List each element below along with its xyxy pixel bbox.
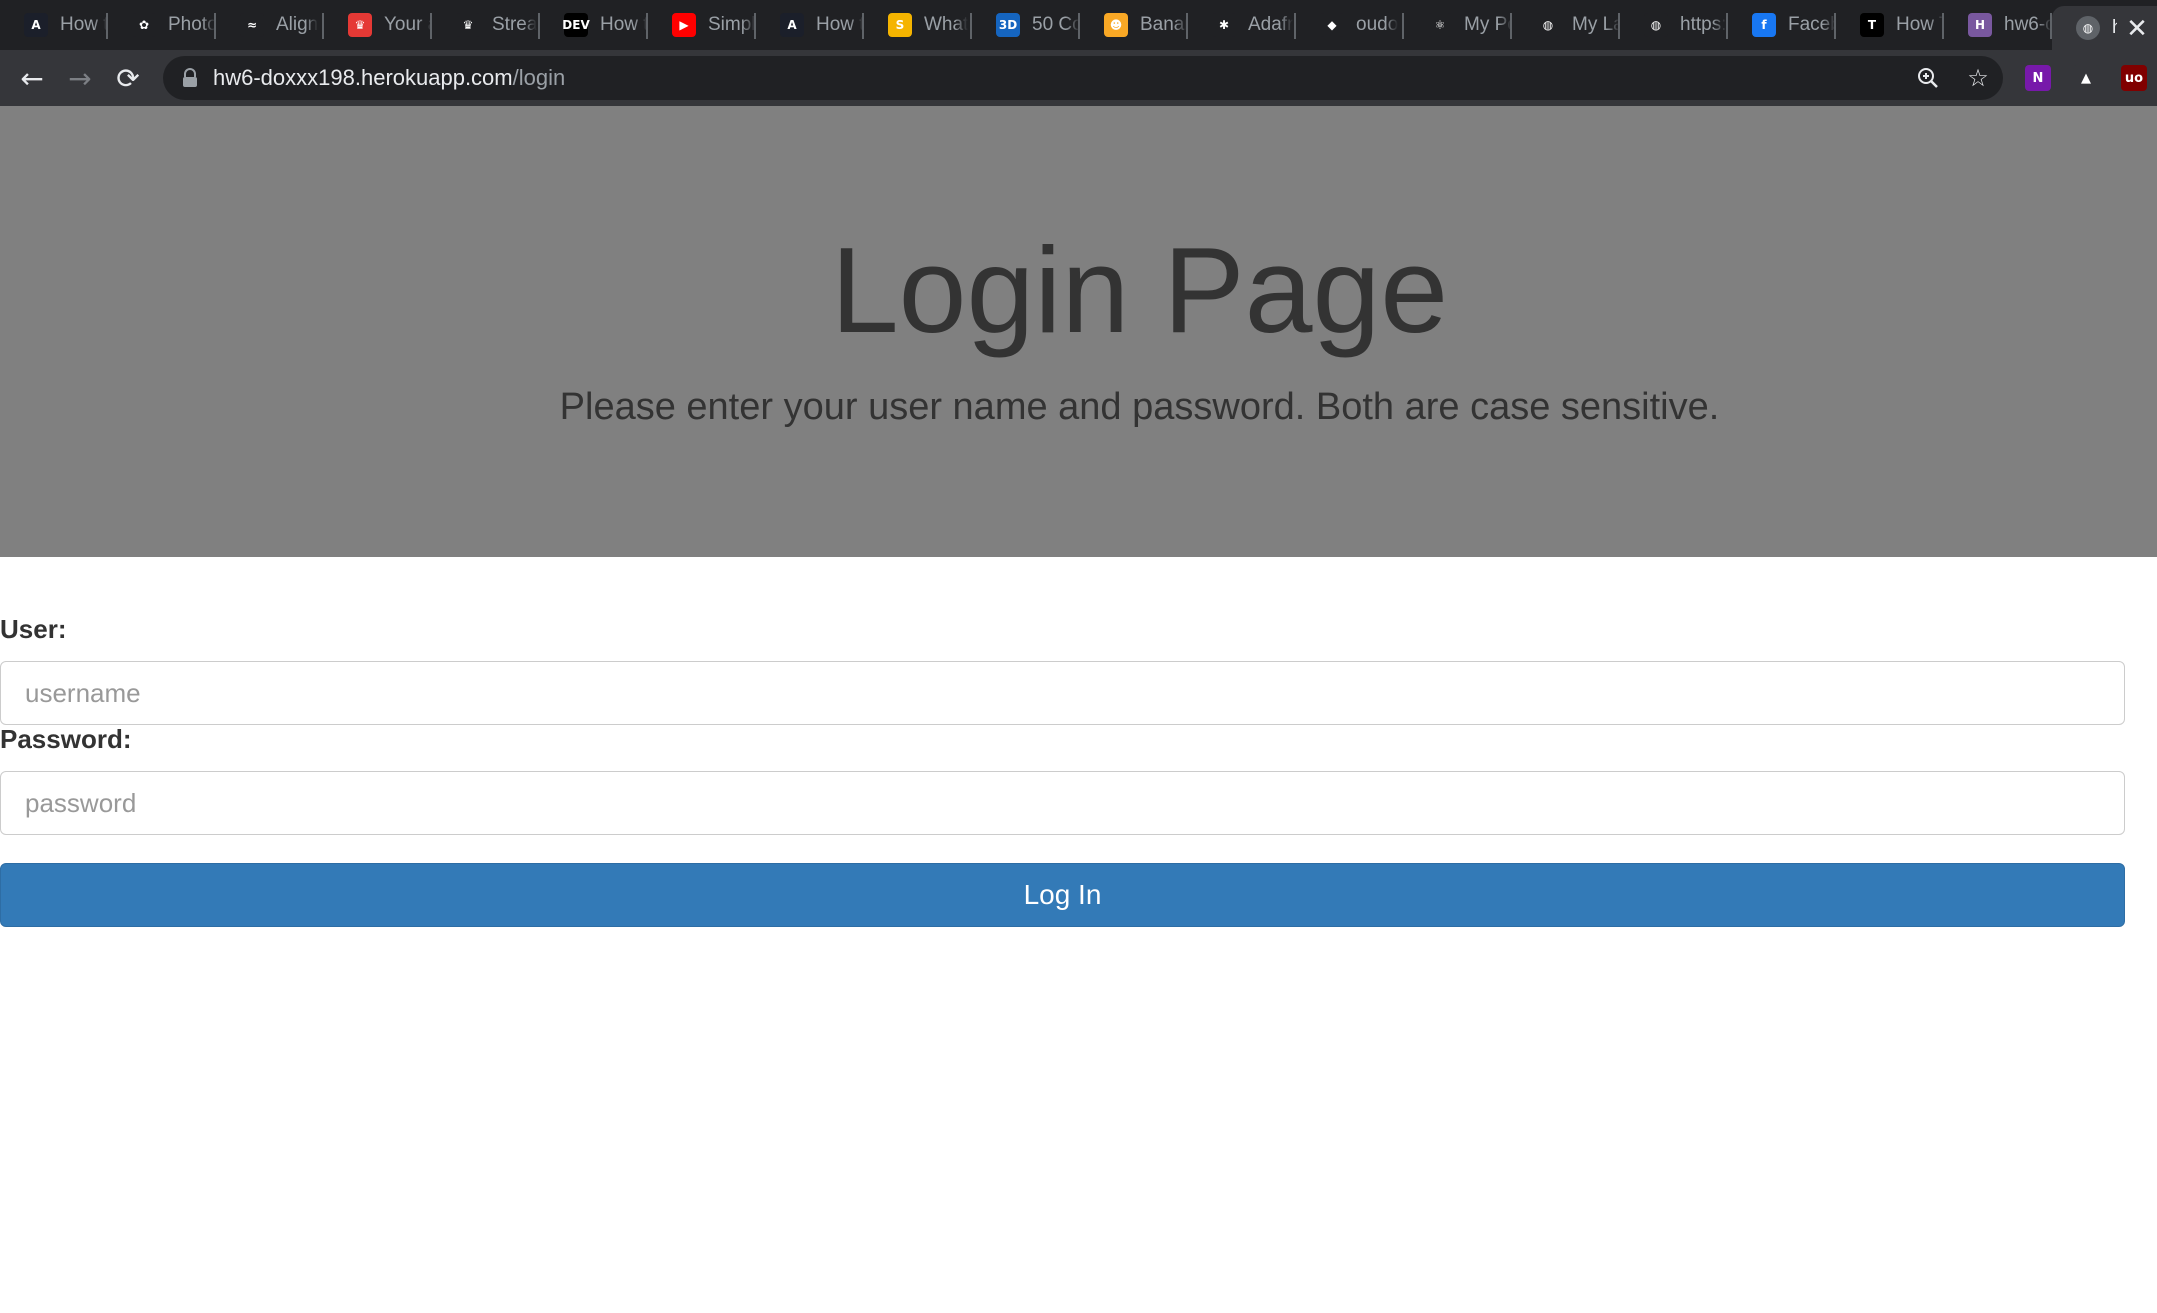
tab-title: Banan: [1140, 14, 1188, 35]
browser-tab[interactable]: DEV How t: [540, 0, 648, 50]
angular-icon: A: [780, 13, 804, 37]
tab-strip: AHow t✿Photo≈Align♛Your a♛StreaDEVHow t▶…: [0, 0, 2157, 50]
password-input[interactable]: [0, 771, 2125, 835]
browser-tab[interactable]: f Faceb: [1728, 0, 1836, 50]
tailwind-icon: ≈: [240, 13, 264, 37]
reload-icon[interactable]: ⟳: [104, 54, 152, 102]
browser-tab[interactable]: ◍ My La: [1512, 0, 1620, 50]
url-host: hw6-doxxx198.herokuapp.com: [213, 65, 513, 90]
tab-title: Simpl: [708, 14, 756, 35]
browser-tab[interactable]: Hhw6-c: [1944, 0, 2052, 50]
youtube-icon: ▶: [672, 13, 696, 37]
forward-arrow-icon[interactable]: →: [56, 54, 104, 102]
browser-tab[interactable]: ⚛ My Pc: [1404, 0, 1512, 50]
react-icon: ⚛: [1428, 13, 1452, 37]
username-input[interactable]: [0, 661, 2125, 725]
bookmark-star-icon[interactable]: ☆: [1963, 63, 1993, 93]
globe-icon: ◍: [2076, 16, 2100, 40]
password-label: Password:: [0, 724, 132, 754]
globe-icon: ◍: [1644, 13, 1668, 37]
tab-title: 50 Co: [1032, 14, 1080, 35]
browser-tab[interactable]: ✿ Photo: [108, 0, 216, 50]
tab-title: Faceb: [1788, 14, 1836, 35]
browser-tab[interactable]: ◆ oudo: [1296, 0, 1404, 50]
browser-tab[interactable]: A How t: [756, 0, 864, 50]
back-arrow-icon[interactable]: ←: [8, 54, 56, 102]
tab-title: How T: [1896, 14, 1944, 35]
browser-tab[interactable]: ◍ https:: [1620, 0, 1728, 50]
tab-title: Strea: [492, 14, 538, 35]
close-tab-icon[interactable]: ✕: [2117, 6, 2157, 50]
browser-tab[interactable]: ≈ Align: [216, 0, 324, 50]
user-label: User:: [0, 614, 67, 644]
address-bar[interactable]: hw6-doxxx198.herokuapp.com/login ☆: [163, 56, 2003, 100]
tab-title: https:: [1680, 14, 1727, 35]
browser-tab[interactable]: 3D 50 Co: [972, 0, 1080, 50]
tab-title: How t: [816, 14, 864, 35]
tab-title: Align: [276, 14, 319, 35]
page-subtitle: Please enter your user name and password…: [559, 386, 1720, 428]
t-icon: T: [1860, 13, 1884, 37]
url-path: /login: [512, 65, 566, 90]
crown-icon: ♛: [456, 13, 480, 37]
adafruit-icon: ✱: [1212, 13, 1236, 37]
heroku-icon: H: [1968, 13, 1992, 37]
google-photos-icon: ✿: [132, 13, 156, 37]
login-button[interactable]: Log In: [0, 863, 2125, 927]
zoom-icon[interactable]: [1913, 63, 1943, 93]
browser-tab[interactable]: ♛ Your a: [324, 0, 432, 50]
browser-tab[interactable]: S What: [864, 0, 972, 50]
3d-icon: 3D: [996, 13, 1020, 37]
tab-title: hw6-c: [2004, 14, 2052, 35]
dev-icon: DEV: [562, 13, 590, 37]
browser-tab[interactable]: ♛ Strea: [432, 0, 540, 50]
onenote-icon[interactable]: N: [2025, 65, 2051, 91]
diamond-icon: ◆: [1320, 13, 1344, 37]
page-title: Login Page: [830, 222, 1449, 358]
s-icon: S: [888, 13, 912, 37]
browser-tab[interactable]: T How T: [1836, 0, 1944, 50]
tab-title: What: [924, 14, 969, 35]
tab-title: How t: [60, 14, 108, 35]
crown-red-icon: ♛: [348, 13, 372, 37]
ublock-icon[interactable]: uo: [2121, 65, 2147, 91]
google-drive-icon[interactable]: ▲: [2073, 65, 2099, 91]
page-content: Login Page Please enter your user name a…: [0, 106, 2157, 1313]
lock-icon[interactable]: [181, 68, 199, 88]
browser-toolbar: ← → ⟳ hw6-doxxx198.herokuapp.com/login ☆…: [0, 50, 2157, 106]
browser-tab[interactable]: ✱ Adafr: [1188, 0, 1296, 50]
angular-icon: A: [24, 13, 48, 37]
jumbotron-header: Login Page Please enter your user name a…: [0, 106, 2157, 557]
browser-tab[interactable]: A How t: [0, 0, 108, 50]
tab-title: Photo: [168, 14, 216, 35]
tab-title: Your a: [384, 14, 432, 35]
tab-title: How t: [600, 14, 648, 35]
tab-title: Adafr: [1248, 14, 1294, 35]
tab-title: My Pc: [1464, 14, 1512, 35]
browser-tab[interactable]: ▶ Simpl: [648, 0, 756, 50]
tab-title: oudo: [1356, 14, 1399, 35]
facebook-icon: f: [1752, 13, 1776, 37]
extensions-area: N ▲ uo: [2025, 56, 2147, 100]
tab-title: My La: [1572, 14, 1620, 35]
browser-tab[interactable]: ☻ Banan: [1080, 0, 1188, 50]
banana-icon: ☻: [1104, 13, 1128, 37]
globe-icon: ◍: [1536, 13, 1560, 37]
